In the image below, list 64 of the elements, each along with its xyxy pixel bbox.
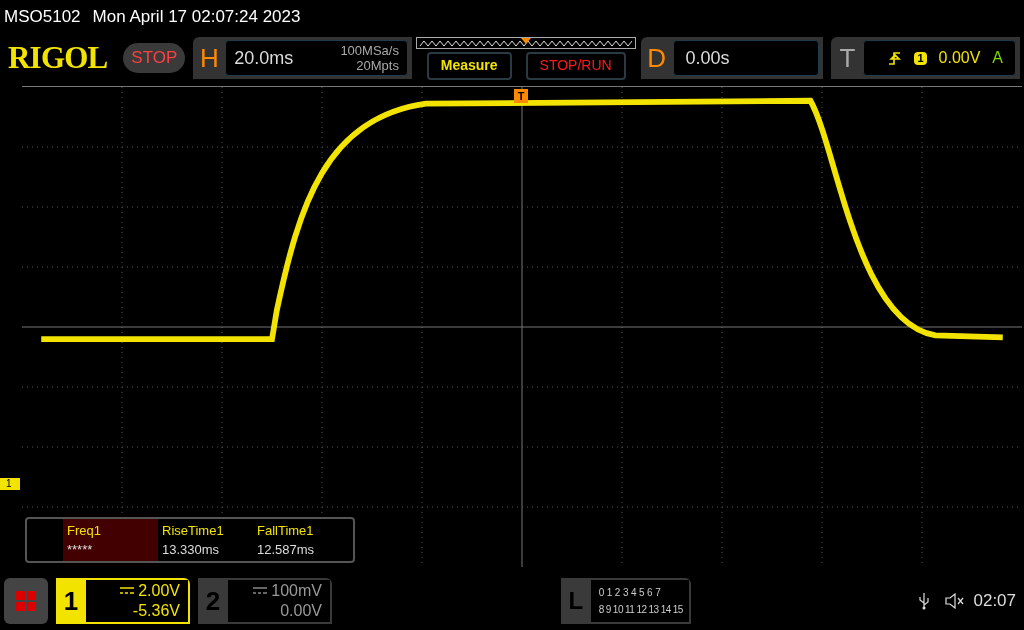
usb-icon (919, 592, 930, 610)
logic-channel-number: 0 (598, 586, 604, 600)
logic-channel-number: 10 (612, 603, 623, 617)
measurement-value: 13.330ms (162, 541, 221, 559)
logic-panel[interactable]: L 0 1 2 3 4 5 6 7 8 9 10 11 12 13 14 15 (560, 578, 691, 624)
channel-number: 2 (204, 584, 222, 618)
timebase-value: 20.0ms (234, 46, 294, 70)
channel-panel[interactable]: 1 2.00V -5.36V (56, 578, 190, 624)
logic-channel-number: 11 (625, 603, 635, 617)
measurement-name: FallTime1 (257, 522, 315, 540)
trigger-mode: A (992, 48, 1003, 68)
vertical-scale: 100mV (271, 581, 322, 601)
grid-menu-icon (15, 590, 37, 612)
dc-coupling-icon (253, 587, 268, 595)
measurement-value: 12.587ms (257, 541, 316, 559)
muted-speaker-icon (945, 593, 966, 609)
vertical-offset: -5.36V (132, 601, 180, 621)
measurement-item[interactable]: FallTime1 12.587ms (253, 519, 348, 561)
memory-depth: 20Mpts (356, 58, 399, 73)
logo: RIGOL (8, 38, 109, 77)
measurement-item[interactable]: RiseTime1 13.330ms (158, 519, 253, 561)
date-time: Mon April 17 02:07:24 2023 (92, 6, 301, 29)
logic-channel-number: 12 (636, 603, 647, 617)
clock: 02:07 (973, 590, 1016, 613)
channel-panel[interactable]: 2 100mV 0.00V (198, 578, 332, 624)
logic-channel-number: 2 (614, 586, 620, 600)
logic-channel-number: 5 (639, 586, 645, 600)
menu-button[interactable] (4, 578, 48, 624)
measure-button[interactable]: Measure (426, 51, 512, 80)
channel-marker[interactable]: 1 (0, 478, 20, 490)
measurement-name: RiseTime1 (162, 522, 225, 540)
delay-label: D (646, 41, 667, 75)
logic-channel-number: 9 (605, 603, 611, 617)
logic-channel-number: 14 (660, 603, 671, 617)
trigger-panel[interactable]: T 1 0.00V A (831, 37, 1020, 79)
rising-edge-icon (888, 51, 903, 65)
logic-channel-number: 8 (598, 603, 604, 617)
vertical-offset: 0.00V (280, 601, 322, 621)
vertical-scale: 2.00V (138, 581, 180, 601)
run-state-badge: STOP (123, 43, 186, 73)
trigger-position-marker[interactable]: T (514, 89, 528, 103)
logic-channel-number: 7 (655, 586, 661, 600)
measurement-value: ***** (67, 541, 94, 559)
stop-run-button[interactable]: STOP/RUN (525, 51, 626, 80)
delay-value: 0.00s (685, 46, 730, 70)
sample-rate: 100MSa/s (340, 43, 399, 58)
logic-channel-number: 3 (622, 586, 628, 600)
logic-channel-number: 15 (672, 603, 683, 617)
logic-channel-number: 4 (631, 586, 637, 600)
measurement-item[interactable]: Freq1 ***** (63, 519, 158, 561)
logic-channel-number: 13 (648, 603, 659, 617)
trigger-source-badge: 1 (914, 51, 927, 65)
dc-coupling-icon (120, 587, 135, 595)
delay-panel[interactable]: D 0.00s (640, 37, 824, 79)
model-name: MSO5102 (4, 6, 81, 29)
channel-number: 1 (62, 584, 80, 618)
horizontal-label: H (198, 41, 220, 75)
trigger-label: T (838, 41, 857, 75)
trigger-level: 0.00V (938, 48, 981, 68)
logic-channel-number: 1 (606, 586, 612, 600)
horizontal-panel[interactable]: H 20.0ms 100MSa/s 20Mpts (193, 37, 412, 79)
measurement-name: Freq1 (67, 522, 102, 540)
logic-label: L (567, 586, 585, 616)
logic-channel-number: 6 (647, 586, 653, 600)
